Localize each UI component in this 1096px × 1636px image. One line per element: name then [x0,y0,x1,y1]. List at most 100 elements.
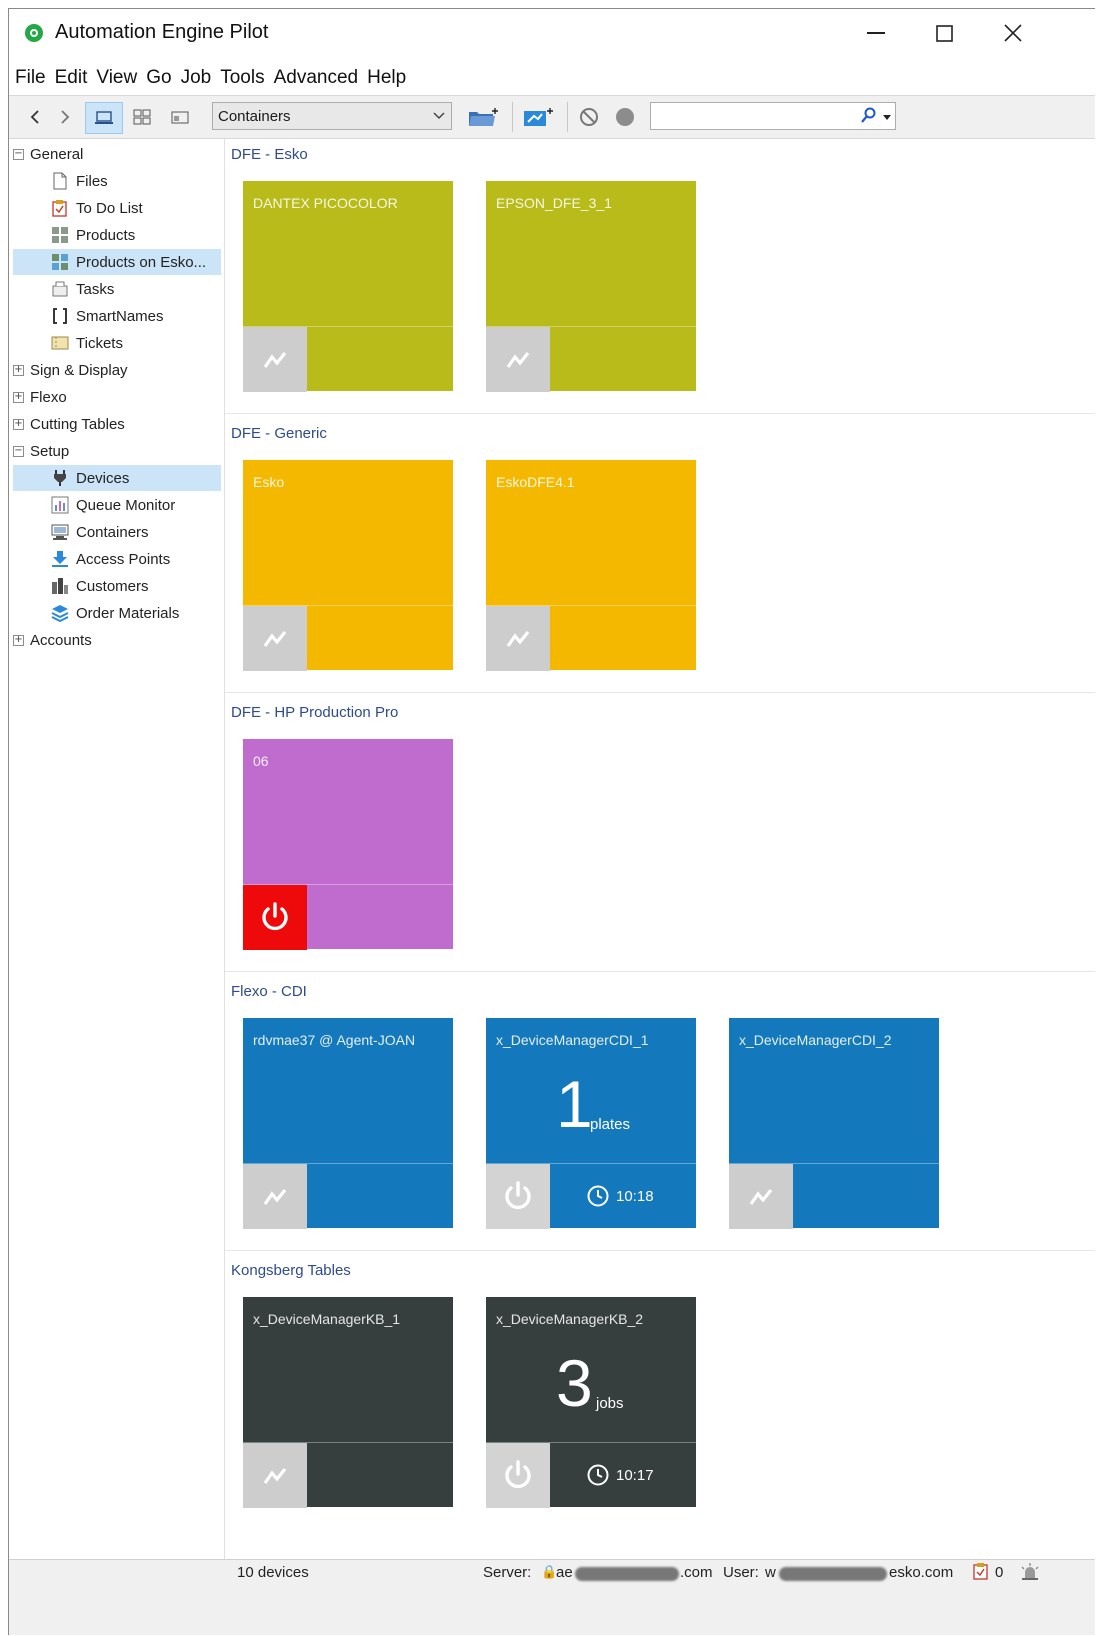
sidebar-item-label: Setup [30,442,70,460]
alert-light-icon[interactable] [1019,1562,1041,1584]
device-count-unit: jobs [596,1395,624,1412]
block-icon [580,108,598,126]
menu-help[interactable]: Help [361,63,406,93]
devices-panel: DFE - Esko DANTEX PICOCOLOR EPSON_DFE_3_1 D… [225,139,1095,1559]
device-name: 06 [253,753,269,769]
activity-icon [506,351,530,368]
menu-go[interactable]: Go [140,63,171,93]
expand-icon[interactable]: + [13,418,24,430]
sidebar-item-setup[interactable]: − Setup [13,438,219,464]
sidebar-item-label: Devices [76,469,130,487]
activity-button[interactable] [243,327,307,392]
activity-icon [263,351,287,368]
view-select-value: Containers [218,108,291,125]
activity-button[interactable] [243,1164,307,1229]
device-count-unit: plates [590,1116,631,1133]
activity-button[interactable] [243,606,307,671]
sidebar-item-files[interactable]: Files [13,168,219,194]
todo-status-icon[interactable] [973,1562,989,1584]
device-tile-epson-dfe-3-1[interactable]: EPSON_DFE_3_1 [486,181,696,392]
new-device-button[interactable] [519,102,559,132]
device-tile-footer: 10:18 [486,1163,696,1229]
sidebar-item-tasks[interactable]: Tasks [13,276,219,302]
collapse-icon[interactable]: − [13,445,24,457]
device-tile-x-devicemanagerkb-1[interactable]: x_DeviceManagerKB_1 [243,1297,453,1508]
sidebar-item-order-materials[interactable]: Order Materials [13,600,219,626]
device-name: x_DeviceManagerCDI_2 [739,1032,892,1048]
power-button[interactable] [486,1443,550,1508]
sidebar-item-label: Products [76,226,136,244]
new-container-button[interactable] [464,102,504,132]
sidebar-item-cutting-tables[interactable]: + Cutting Tables [13,411,219,437]
sidebar-item-containers[interactable]: Containers [13,519,219,545]
sidebar-item-general[interactable]: − General [13,141,219,167]
menu-file[interactable]: File [9,63,46,93]
collapse-icon[interactable]: − [13,148,24,160]
device-tile-esko[interactable]: Esko [243,460,453,671]
menu-view[interactable]: View [90,63,137,93]
status-dot-icon [616,108,634,126]
chevron-right-icon [61,110,70,124]
group-divider [225,692,1095,693]
device-add-icon [524,108,553,126]
device-tile-x-devicemanagerkb-2[interactable]: x_DeviceManagerKB_2 3 jobs 10:17 [486,1297,696,1508]
sidebar-item-smartnames[interactable]: SmartNames [13,303,219,329]
device-tile-rdvmae37-agent-joan[interactable]: rdvmae37 @ Agent-JOAN [243,1018,453,1229]
group-divider [225,971,1095,972]
sidebar-item-products[interactable]: Products [13,222,219,248]
device-tile-footer [243,1442,453,1508]
minimize-button[interactable] [849,15,903,51]
sidebar-item-flexo[interactable]: + Flexo [13,384,219,410]
activity-button[interactable] [243,1443,307,1508]
menu-job[interactable]: Job [175,63,212,93]
sidebar-item-products-on-esko[interactable]: Products on Esko... [13,249,221,275]
device-tile-eskodfe4-1[interactable]: EskoDFE4.1 [486,460,696,671]
details-view-button[interactable] [165,102,195,132]
sidebar-item-to-do-list[interactable]: To Do List [13,195,219,221]
activity-icon [506,630,530,647]
tile-view-button[interactable] [85,102,123,134]
sidebar-item-customers[interactable]: Customers [13,573,219,599]
expand-icon[interactable]: + [13,391,24,403]
sidebar-item-accounts[interactable]: + Accounts [13,627,219,653]
order-materials-icon [51,604,69,622]
device-tile-06[interactable]: 06 [243,739,453,950]
last-activity-time: 10:17 [586,1463,654,1487]
activity-button[interactable] [729,1164,793,1229]
expand-icon[interactable]: + [13,634,24,646]
search-box[interactable] [650,102,896,130]
close-button[interactable] [986,15,1040,51]
back-button[interactable] [23,102,47,132]
disable-button[interactable] [575,102,603,132]
device-count-value: 1 [556,1067,593,1141]
grid-view-button[interactable] [127,102,157,132]
menu-tools[interactable]: Tools [214,63,264,93]
activity-icon [749,1188,773,1205]
activity-button[interactable] [486,606,550,671]
sidebar-item-tickets[interactable]: Tickets [13,330,219,356]
menu-edit[interactable]: Edit [49,63,88,93]
activity-button[interactable] [486,327,550,392]
navigation-tree: − General Files To Do List Products Products … [9,139,225,1559]
power-button[interactable] [486,1164,550,1229]
device-tile-x-devicemanagercdi-1[interactable]: x_DeviceManagerCDI_1 1 plates 10:18 [486,1018,696,1229]
expand-icon[interactable]: + [13,364,24,376]
view-select[interactable]: Containers [212,102,452,130]
sidebar-item-access-points[interactable]: Access Points [13,546,219,572]
status-button[interactable] [611,102,639,132]
device-tile-x-devicemanagercdi-2[interactable]: x_DeviceManagerCDI_2 [729,1018,939,1229]
maximize-button[interactable] [917,15,971,51]
folder-add-icon [469,108,498,126]
menu-advanced[interactable]: Advanced [268,63,359,93]
device-tile-dantex-picocolor[interactable]: DANTEX PICOCOLOR [243,181,453,392]
sidebar-item-label: Order Materials [76,604,180,622]
chevron-down-icon [433,112,445,120]
activity-icon [263,630,287,647]
power-button[interactable] [243,885,307,950]
sidebar-item-sign-display[interactable]: + Sign & Display [13,357,219,383]
sidebar-item-queue-monitor[interactable]: Queue Monitor [13,492,219,518]
sidebar-item-label: Files [76,172,108,190]
device-name: x_DeviceManagerCDI_1 [496,1032,649,1048]
forward-button[interactable] [53,102,77,132]
sidebar-item-devices[interactable]: Devices [13,465,221,491]
